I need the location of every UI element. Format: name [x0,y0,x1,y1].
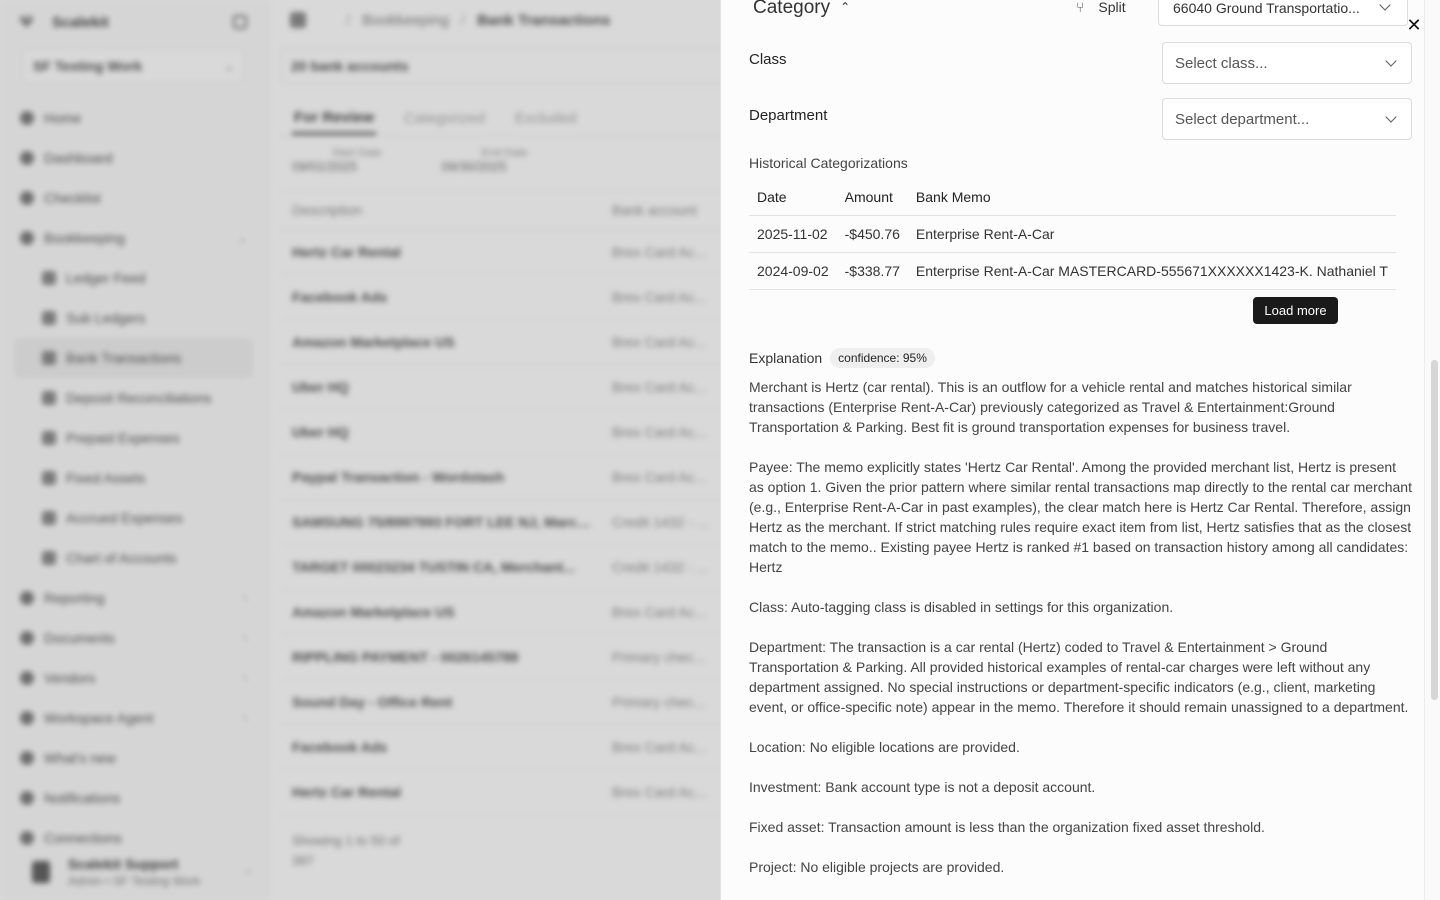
explanation-paragraph: Merchant is Hertz (car rental). This is … [749,379,1352,435]
close-icon[interactable]: ✕ [1405,15,1423,35]
history-column-header: Bank Memo [907,180,1396,216]
explanation-paragraph: Class: Auto-tagging class is disabled in… [749,599,1174,615]
history-amount: -$450.76 [836,215,908,253]
history-memo: Enterprise Rent-A-Car MASTERCARD-555671X… [907,252,1396,290]
history-title: Historical Categorizations [749,155,908,171]
explanation-paragraph: Department: The transaction is a car ren… [749,639,1409,715]
load-more-button[interactable]: Load more [1253,297,1338,324]
department-select[interactable]: Select department... [1162,98,1412,140]
history-header-row: Date Amount Bank Memo [749,180,1396,216]
class-placeholder: Select class... [1175,54,1268,72]
category-select[interactable]: 66040 Ground Transportatio... [1158,0,1408,26]
split-icon: ⑂ [1076,0,1085,15]
explanation-paragraph: Fixed asset: Transaction amount is less … [749,819,1265,835]
split-button[interactable]: ⑂ Split [1076,0,1126,16]
class-select[interactable]: Select class... [1162,42,1412,84]
history-column-header: Date [749,180,837,216]
department-label: Department [749,107,828,124]
history-memo: Enterprise Rent-A-Car [907,215,1396,253]
explanation-paragraph: Project: No eligible projects are provid… [749,859,1005,875]
explanation-title: Explanation [749,350,823,366]
history-date: 2024-09-02 [749,252,837,290]
history-amount: -$338.77 [836,252,908,290]
history-table: Date Amount Bank Memo 2025-11-02 -$450.76 En… [749,180,1412,290]
explanation-header: Explanation confidence: 95% [749,348,935,368]
chevron-down-icon [1379,0,1391,11]
history-date: 2025-11-02 [749,215,837,253]
chevron-up-icon: ⌃ [840,0,851,14]
explanation-paragraph: Location: No eligible locations are prov… [749,739,1020,755]
split-label: Split [1098,0,1126,15]
chevron-down-icon [1385,55,1397,67]
department-placeholder: Select department... [1175,110,1310,128]
explanation-body: Merchant is Hertz (car rental). This is … [749,377,1413,897]
category-header[interactable]: Category ⌃ [753,0,850,24]
explanation-paragraph: Payee: The memo explicitly states 'Hertz… [749,459,1412,575]
history-row: 2024-09-02 -$338.77 Enterprise Rent-A-Car … [749,252,1396,290]
confidence-badge: confidence: 95% [830,348,935,368]
class-label: Class [749,51,787,68]
category-value: 66040 Ground Transportatio... [1173,0,1360,16]
category-title: Category [753,0,831,18]
chevron-down-icon [1385,111,1397,123]
explanation-paragraph: Investment: Bank account type is not a d… [749,779,1096,795]
scrollbar-thumb[interactable] [1431,360,1438,700]
history-column-header: Amount [836,180,908,216]
history-row: 2025-11-02 -$450.76 Enterprise Rent-A-Car [749,215,1396,253]
